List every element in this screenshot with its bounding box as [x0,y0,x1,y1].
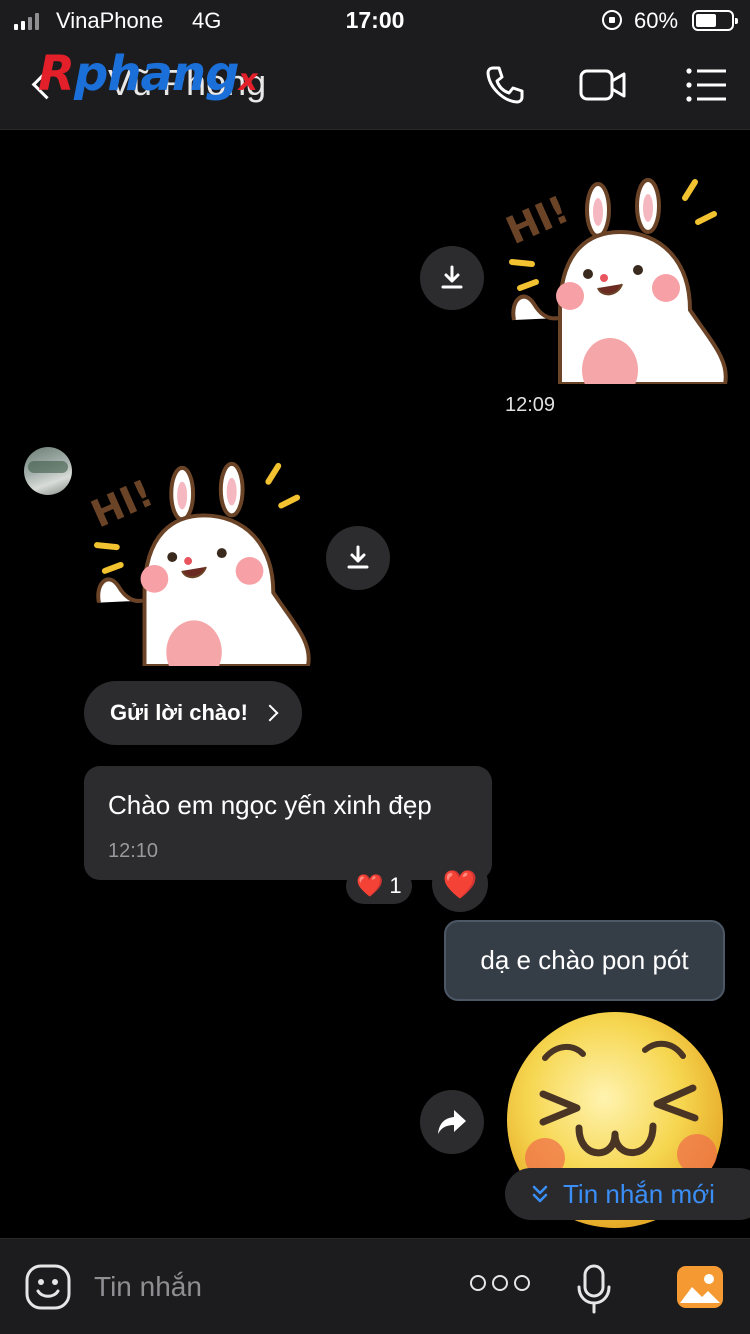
chat-header: Vũ Phong Rphangx [0,40,750,130]
message-time: 12:09 [505,394,556,416]
heart-icon: ❤️ [442,868,478,900]
battery-icon [692,10,738,31]
sticker-hi-text: HI! [500,187,575,253]
more-options-icon[interactable] [470,1275,530,1291]
new-messages-button[interactable]: Tin nhắn mới [505,1168,750,1220]
sticker-hi-text: HI! [85,471,160,537]
avatar[interactable] [24,447,72,495]
watermark-logo: Rphangx [38,46,258,102]
download-icon[interactable] [326,526,390,590]
hi-bunny-sticker-incoming[interactable]: HI! [84,454,314,666]
message-list[interactable]: HI! 12:09 HI! Gửi lời chào! Chào em ngọc… [0,130,750,1238]
share-forward-icon[interactable] [420,1090,484,1154]
heart-icon: ❤️ [356,873,384,898]
message-time: 12:10 [108,840,159,862]
sticker-emoji-icon[interactable] [24,1263,72,1311]
hi-bunny-sticker-outgoing[interactable]: HI! [500,170,730,384]
menu-list-icon[interactable] [682,60,732,110]
reaction-summary[interactable]: ❤️ 1 [346,868,412,904]
send-greeting-button[interactable]: Gửi lời chào! [84,681,302,745]
orientation-lock-icon [602,10,622,30]
incoming-message-bubble[interactable]: Chào em ngọc yến xinh đẹp 12:10 [84,766,492,880]
message-text: Chào em ngọc yến xinh đẹp [108,790,432,820]
status-bar: VinaPhone 4G 17:00 60% [0,0,750,40]
microphone-icon[interactable] [576,1263,612,1315]
message-text: dạ e chào pon pót [480,945,689,975]
photo-gallery-icon[interactable] [676,1265,724,1309]
new-messages-label: Tin nhắn mới [563,1178,715,1209]
reaction-count: 1 [389,873,402,898]
react-heart-button[interactable]: ❤️ [432,856,488,912]
double-chevron-down-icon [532,1185,548,1203]
video-camera-icon[interactable] [578,60,628,110]
outgoing-message-bubble[interactable]: dạ e chào pon pót [444,920,725,1001]
send-greeting-label: Gửi lời chào! [110,700,248,725]
download-icon[interactable] [420,246,484,310]
phone-icon[interactable] [480,60,530,110]
composer-bar [0,1238,750,1334]
message-input[interactable] [94,1265,434,1309]
chevron-right-icon [261,704,279,722]
battery-percent: 60% [634,8,679,33]
